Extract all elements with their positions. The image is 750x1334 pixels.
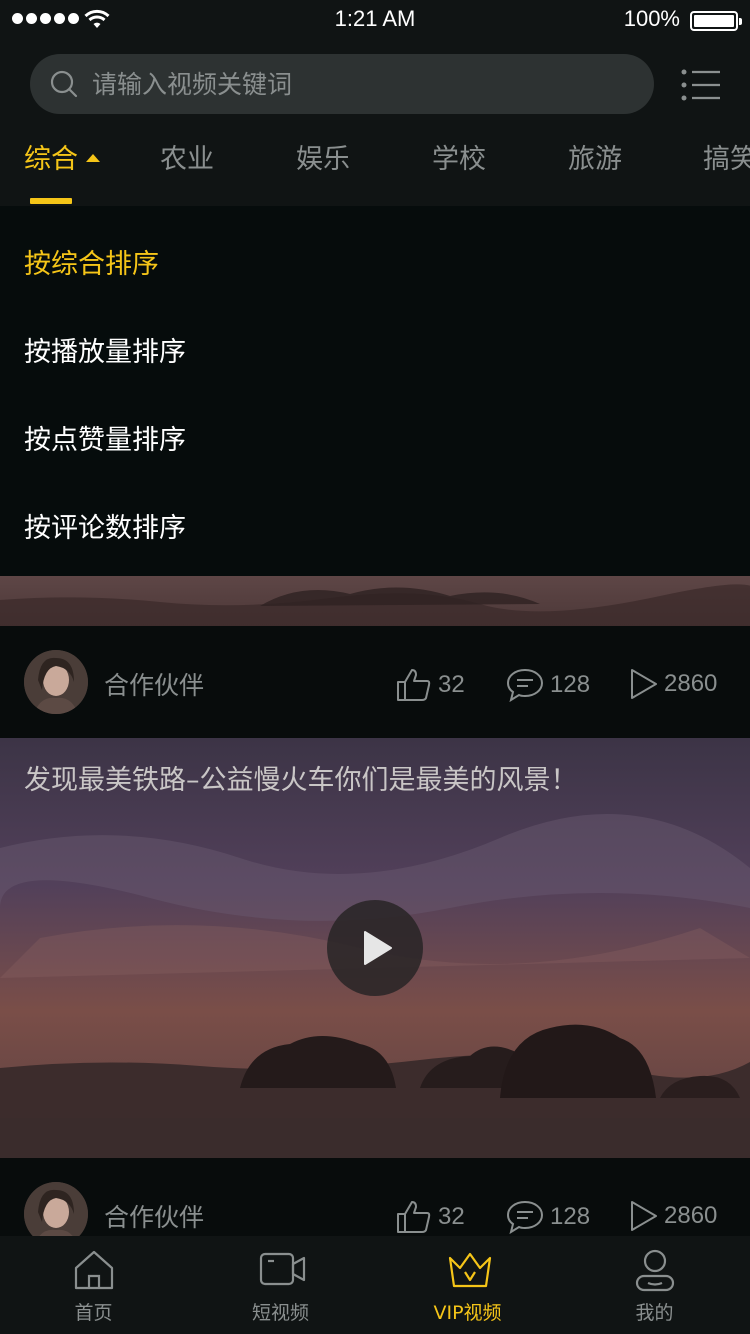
sort-dropdown: 按综合排序 按播放量排序 按点赞量排序 按评论数排序: [0, 206, 750, 576]
header: 综合 农业 娱乐 学校 旅游 搞笑: [0, 40, 750, 206]
caret-up-icon: [86, 154, 100, 162]
thumbs-up-icon: [397, 669, 431, 701]
avatar[interactable]: [24, 650, 88, 714]
home-icon: [74, 1250, 114, 1290]
video-card[interactable]: 发现最美铁路–公益慢火车你们是最美的风景！: [0, 738, 750, 1158]
bottom-tab-bar: 首页 短视频 VIP视频 我的: [0, 1236, 750, 1334]
play-count[interactable]: 2860: [630, 1200, 717, 1232]
tab-general[interactable]: 综合: [24, 128, 100, 206]
tab-bar-me[interactable]: 我的: [561, 1236, 748, 1334]
video-title[interactable]: 发现最美铁路–公益慢火车你们是最美的风景！: [24, 758, 578, 797]
tab-school[interactable]: 学校: [432, 128, 486, 206]
search-icon: [50, 70, 78, 98]
comment-icon: [506, 668, 544, 702]
play-icon: [364, 931, 392, 965]
like-count[interactable]: 32: [396, 1200, 465, 1234]
play-count[interactable]: 2860: [630, 668, 717, 700]
author-name[interactable]: 合作伙伴: [104, 1198, 204, 1234]
play-outline-icon: [631, 669, 657, 699]
play-outline-icon: [631, 1201, 657, 1231]
battery-icon: [690, 11, 742, 31]
sort-by-comments[interactable]: 按评论数排序: [24, 506, 186, 545]
search-input[interactable]: [92, 54, 632, 114]
user-icon: [635, 1249, 675, 1292]
avatar[interactable]: [24, 1182, 88, 1236]
tab-agriculture[interactable]: 农业: [160, 128, 214, 206]
play-button[interactable]: [327, 900, 423, 996]
tab-bar-vip-video[interactable]: VIP视频: [374, 1236, 561, 1334]
sort-by-likes[interactable]: 按点赞量排序: [24, 418, 186, 457]
author-name[interactable]: 合作伙伴: [104, 666, 204, 702]
thumbs-up-icon: [397, 1201, 431, 1233]
tab-travel[interactable]: 旅游: [568, 128, 622, 206]
comment-icon: [506, 1200, 544, 1234]
category-tabs: 综合 农业 娱乐 学校 旅游 搞笑: [0, 128, 750, 206]
video-camera-icon: [259, 1252, 306, 1286]
crown-icon: [448, 1252, 492, 1288]
tab-bar-short-video[interactable]: 短视频: [187, 1236, 374, 1334]
search-bar[interactable]: [30, 54, 654, 114]
video-thumbnail[interactable]: [0, 576, 750, 626]
list-menu-icon[interactable]: [680, 68, 724, 102]
like-count[interactable]: 32: [396, 668, 465, 702]
sort-by-general[interactable]: 按综合排序: [24, 242, 159, 281]
tab-funny[interactable]: 搞笑: [703, 128, 750, 206]
sort-by-plays[interactable]: 按播放量排序: [24, 330, 186, 369]
status-bar: 1:21 AM 100%: [0, 0, 750, 40]
comment-count[interactable]: 128: [506, 668, 590, 702]
video-meta-row: 合作伙伴 32 128 2860: [0, 626, 750, 738]
active-tab-indicator: [30, 198, 72, 204]
tab-bar-home[interactable]: 首页: [0, 1236, 187, 1334]
video-meta-row: 合作伙伴 32 128 2860: [0, 1158, 750, 1236]
battery-percentage: 100%: [623, 6, 680, 31]
tab-entertainment[interactable]: 娱乐: [296, 128, 350, 206]
comment-count[interactable]: 128: [506, 1200, 590, 1234]
